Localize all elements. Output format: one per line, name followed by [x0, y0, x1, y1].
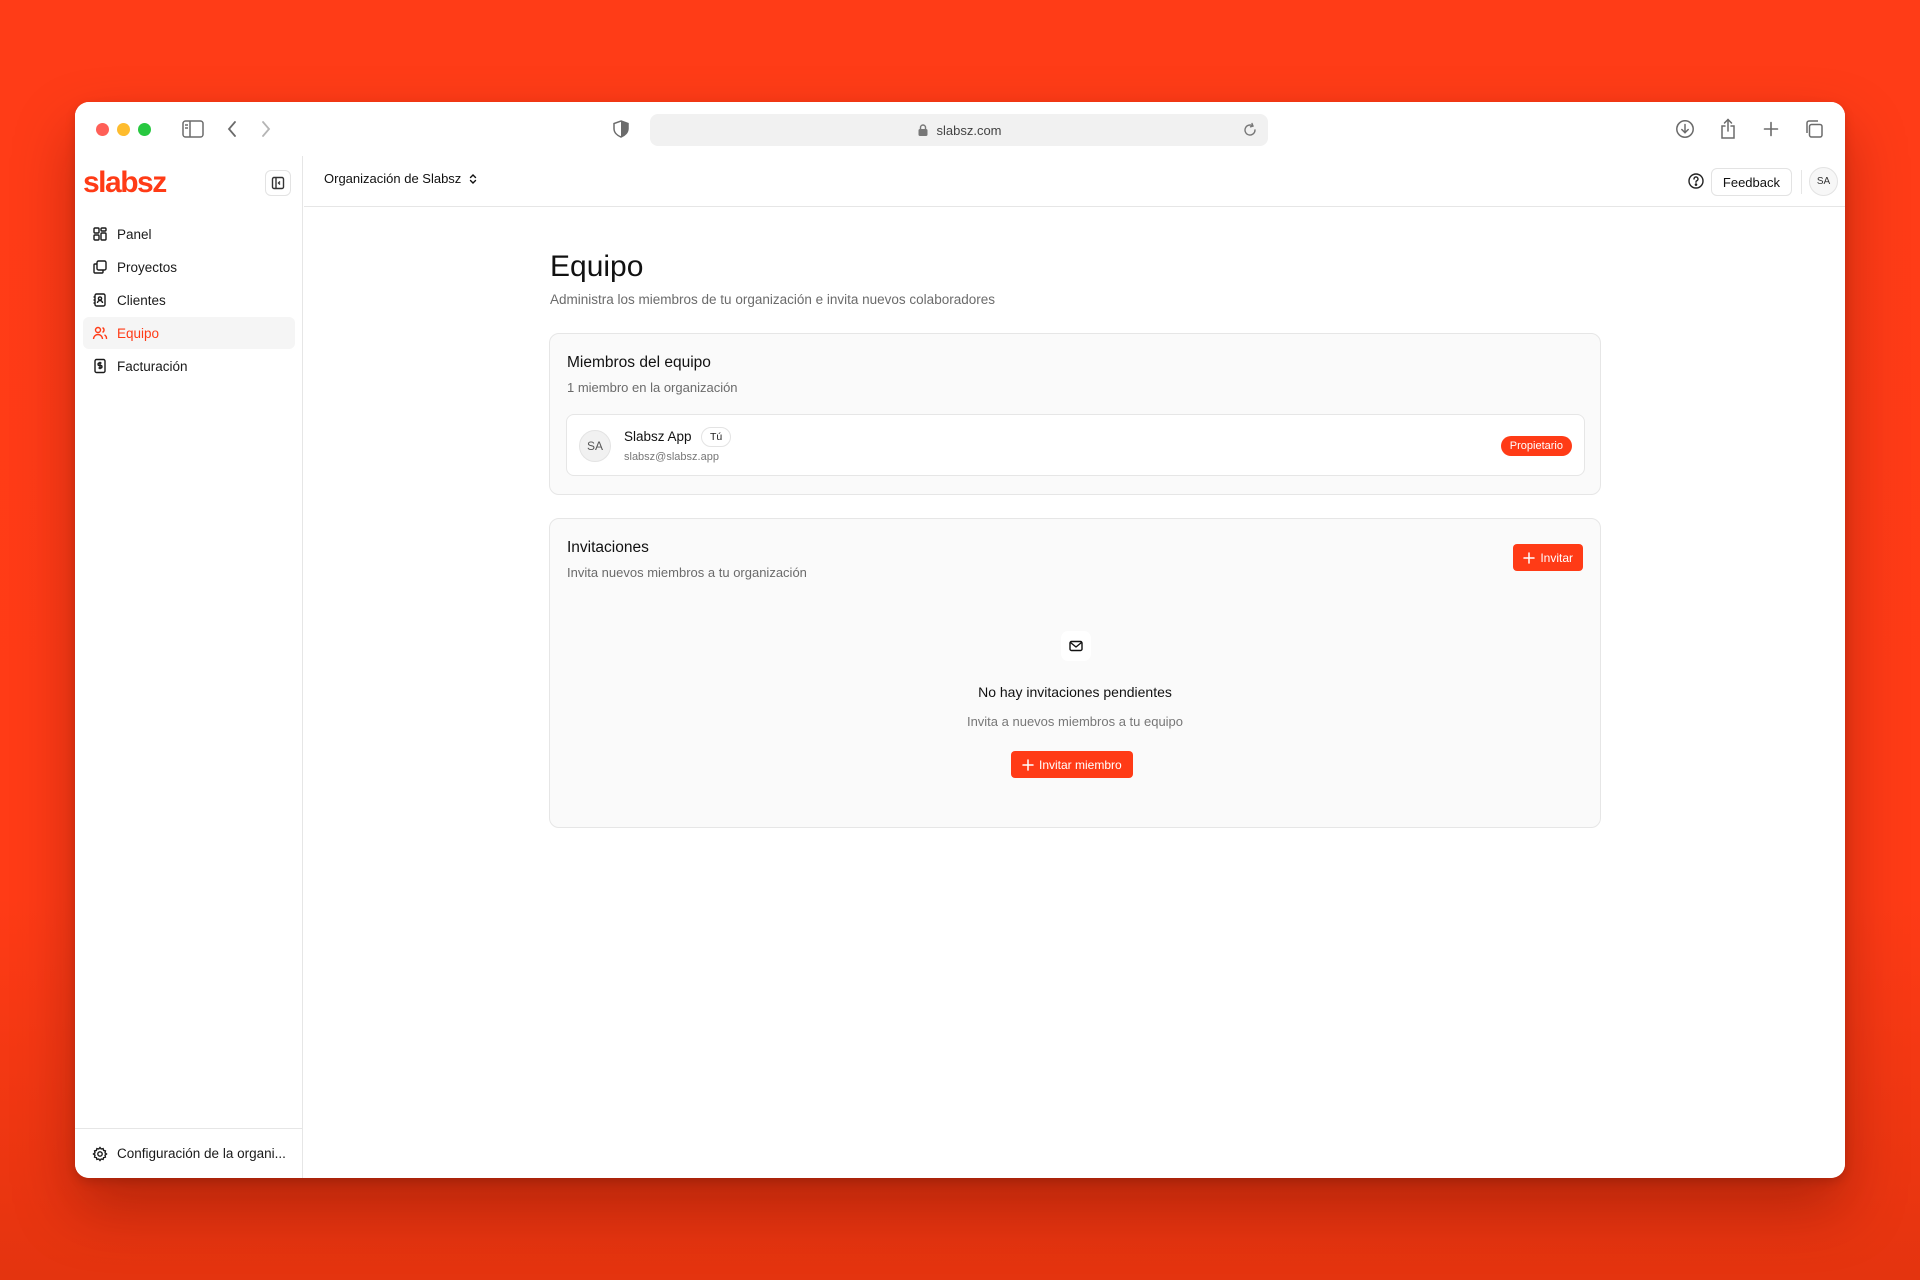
help-icon[interactable] — [1687, 172, 1705, 190]
sidebar: slabsz Panel Proyectos Clientes Equipo F… — [75, 156, 303, 1178]
tab-overview-icon[interactable] — [1801, 116, 1827, 142]
billing-icon — [94, 358, 106, 374]
card-title: Invitaciones — [567, 539, 649, 556]
team-members-card: Miembros del equipo 1 miembro en la orga… — [549, 333, 1601, 495]
url-text: slabsz.com — [936, 122, 1002, 138]
empty-state-subtitle: Invita a nuevos miembros a tu equipo — [966, 714, 1184, 729]
invitations-card: Invitaciones Invita nuevos miembros a tu… — [549, 518, 1601, 828]
maximize-window-button[interactable] — [138, 123, 151, 136]
sidebar-item-label: Facturación — [117, 358, 188, 374]
sidebar-item-label: Clientes — [117, 292, 166, 308]
sidebar-item-panel[interactable]: Panel — [83, 218, 295, 250]
member-avatar: SA — [579, 430, 611, 462]
org-switcher[interactable]: Organización de Slabsz — [324, 171, 479, 186]
you-badge: Tú — [701, 427, 732, 447]
gear-icon — [92, 1145, 108, 1162]
browser-window: slabsz.com slabsz Panel Proyectos Client… — [75, 102, 1845, 1178]
empty-state-title: No hay invitaciones pendientes — [978, 684, 1172, 700]
member-row[interactable]: SA Slabsz App Tú slabsz@slabsz.app Propi… — [566, 414, 1585, 476]
sidebar-toggle-icon[interactable] — [180, 116, 206, 142]
sidebar-item-label: Equipo — [117, 325, 160, 341]
page-title: Equipo — [550, 250, 644, 283]
clients-icon — [93, 293, 106, 307]
invite-button[interactable]: Invitar — [1513, 544, 1583, 571]
sidebar-item-label: Proyectos — [117, 259, 178, 275]
invite-button-label: Invitar — [1540, 550, 1573, 565]
new-tab-icon[interactable] — [1758, 116, 1784, 142]
app-logo[interactable]: slabsz — [83, 166, 167, 200]
app-header: Organización de Slabsz Feedback SA — [304, 156, 1845, 207]
share-icon[interactable] — [1715, 116, 1741, 142]
org-name: Organización de Slabsz — [324, 171, 462, 186]
page-subtitle: Administra los miembros de tu organizaci… — [550, 292, 995, 307]
dashboard-icon — [93, 227, 107, 241]
invite-member-button-label: Invitar miembro — [1039, 757, 1122, 772]
plus-icon — [1022, 758, 1034, 771]
feedback-button[interactable]: Feedback — [1710, 168, 1792, 196]
org-settings-link[interactable]: Configuración de la organi... — [75, 1128, 302, 1178]
panel-left-icon — [271, 176, 285, 190]
main-content: Equipo Administra los miembros de tu org… — [304, 208, 1845, 1178]
sidebar-item-label: Panel — [117, 226, 152, 242]
card-subtitle: 1 miembro en la organización — [567, 380, 738, 395]
sidebar-item-clientes[interactable]: Clientes — [83, 284, 295, 316]
member-name: Slabsz App — [624, 429, 692, 444]
collapse-sidebar-button[interactable] — [265, 170, 291, 196]
invite-member-button[interactable]: Invitar miembro — [1011, 751, 1133, 778]
close-window-button[interactable] — [96, 123, 109, 136]
sidebar-item-equipo[interactable]: Equipo — [83, 317, 295, 349]
reload-icon[interactable] — [1242, 122, 1258, 138]
privacy-shield-icon[interactable] — [608, 116, 634, 142]
projects-icon — [93, 260, 107, 274]
sidebar-item-facturacion[interactable]: Facturación — [83, 350, 295, 382]
card-title: Miembros del equipo — [567, 354, 711, 371]
sidebar-item-proyectos[interactable]: Proyectos — [83, 251, 295, 283]
chevron-up-down-icon — [470, 173, 477, 184]
header-divider — [1801, 170, 1802, 194]
users-icon — [92, 326, 108, 340]
org-settings-label: Configuración de la organi... — [117, 1146, 286, 1161]
card-subtitle: Invita nuevos miembros a tu organización — [567, 565, 807, 580]
back-icon[interactable] — [219, 116, 245, 142]
minimize-window-button[interactable] — [117, 123, 130, 136]
role-badge: Propietario — [1500, 436, 1572, 456]
user-avatar[interactable]: SA — [1809, 167, 1838, 196]
member-email: slabsz@slabsz.app — [624, 451, 719, 463]
address-bar[interactable]: slabsz.com — [650, 114, 1268, 146]
downloads-icon[interactable] — [1672, 116, 1698, 142]
forward-icon[interactable] — [253, 116, 279, 142]
plus-icon — [1523, 551, 1536, 564]
mail-icon — [1061, 631, 1091, 661]
browser-toolbar: slabsz.com — [75, 102, 1845, 156]
lock-icon — [916, 123, 930, 137]
sidebar-nav: Panel Proyectos Clientes Equipo Facturac… — [83, 218, 295, 383]
